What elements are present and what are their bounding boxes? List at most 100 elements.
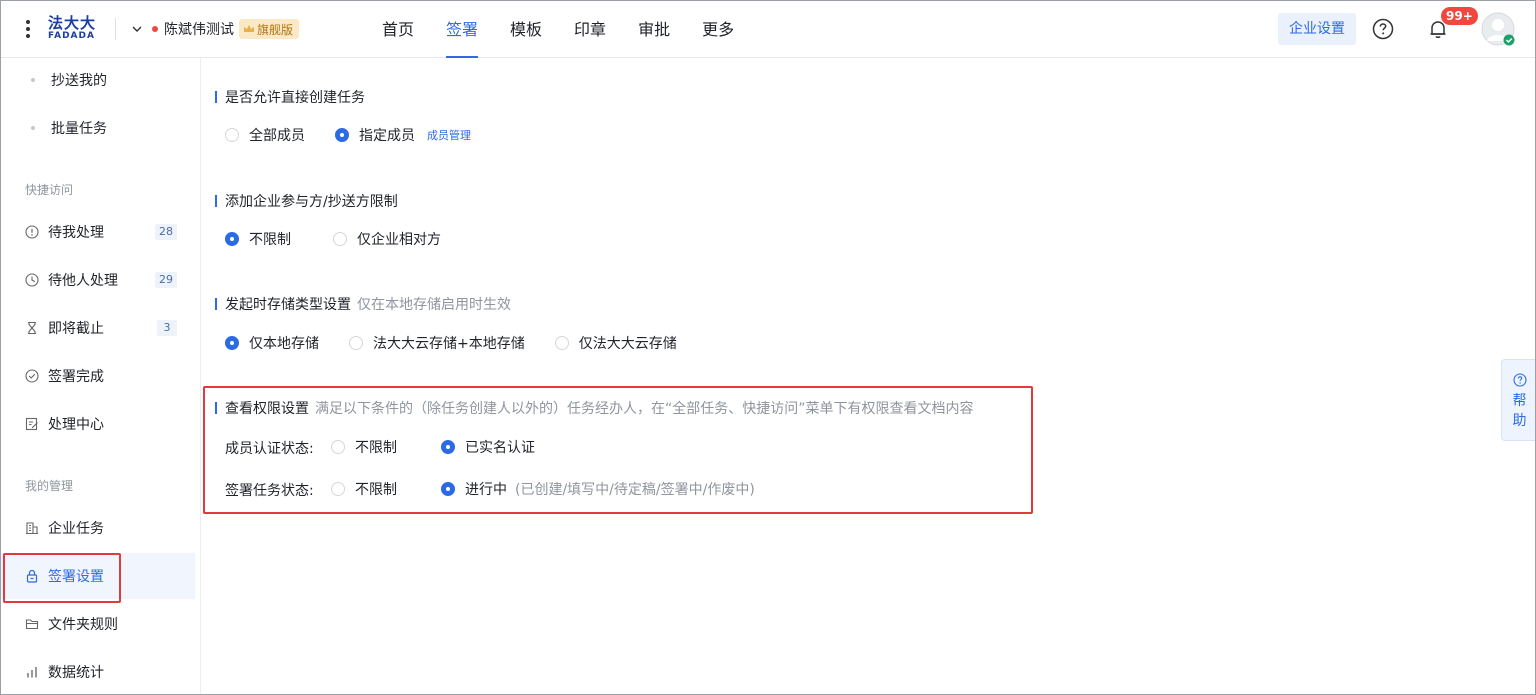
- sidebar-item-signed[interactable]: 签署完成: [1, 353, 195, 399]
- radio-circle: [441, 482, 455, 496]
- sidebar-item-label: 即将截止: [48, 321, 104, 337]
- radio-cloud-and-local[interactable]: 法大大云存储+本地存储: [349, 333, 525, 353]
- nav-template[interactable]: 模板: [494, 1, 558, 58]
- radio-local-only[interactable]: 仅本地存储: [225, 333, 319, 353]
- help-label-2: 助: [1512, 413, 1527, 429]
- radio-label: 仅本地存储: [249, 336, 319, 352]
- member-management-link[interactable]: 成员管理: [427, 127, 471, 143]
- user-avatar[interactable]: [1481, 12, 1515, 46]
- radio-member-verified[interactable]: 已实名认证: [441, 437, 535, 457]
- radio-all-members[interactable]: 全部成员: [225, 125, 305, 145]
- edit-doc-icon: [25, 417, 38, 431]
- sidebar-item-label: 待他人处理: [48, 273, 118, 289]
- org-switcher[interactable]: 陈斌伟测试 旗舰版: [131, 18, 300, 40]
- in-progress-note: (已创建/填写中/待定稿/签署中/作废中): [515, 482, 755, 498]
- sidebar-item-label: 处理中心: [48, 417, 104, 433]
- radio-circle: [441, 440, 455, 454]
- create-task-radio-group: 全部成员 指定成员 成员管理: [225, 125, 471, 145]
- settings-content: 是否允许直接创建任务 全部成员 指定成员 成员管理 添加企业参与方/抄送方限制 …: [202, 58, 1535, 694]
- radio-circle: [225, 232, 239, 246]
- building-icon: [26, 522, 38, 535]
- task-status-label: 签署任务状态:: [225, 483, 314, 499]
- radio-circle: [331, 440, 345, 454]
- clock-icon: [25, 273, 39, 287]
- app-menu-icon[interactable]: [26, 20, 30, 38]
- sidebar-item-label: 企业任务: [48, 521, 104, 537]
- status-dot: [152, 26, 158, 32]
- radio-circle: [331, 482, 345, 496]
- sidebar-item-process-center[interactable]: 处理中心: [1, 401, 195, 447]
- section-marker: [215, 91, 217, 103]
- bar-chart-icon: [27, 667, 37, 678]
- radio-label: 已实名认证: [465, 440, 535, 456]
- sidebar-item-label: 待我处理: [48, 225, 104, 241]
- radio-label: 不限制: [249, 232, 291, 248]
- sidebar-item-due-soon[interactable]: 即将截止 3: [1, 305, 195, 351]
- sidebar-item-statistics[interactable]: 数据统计: [1, 649, 195, 694]
- section-title: 发起时存储类型设置: [225, 297, 351, 313]
- sidebar-item-enterprise-tasks[interactable]: 企业任务: [1, 505, 195, 551]
- radio-task-in-progress[interactable]: 进行中 (已创建/填写中/待定稿/签署中/作废中): [441, 479, 755, 499]
- section-create-task: 是否允许直接创建任务: [215, 88, 365, 106]
- nav-more[interactable]: 更多: [686, 1, 750, 58]
- section-marker: [215, 195, 217, 207]
- app-window: 法大大 FADADA 陈斌伟测试 旗舰版 首页 签署 模板 印章 审批 更多 企…: [0, 0, 1536, 695]
- sidebar-item-label: 批量任务: [51, 121, 107, 137]
- radio-circle: [335, 128, 349, 142]
- radio-circle: [349, 336, 363, 350]
- sidebar-item-folder-rules[interactable]: 文件夹规则: [1, 601, 195, 647]
- nav-seal[interactable]: 印章: [558, 1, 622, 58]
- quick-access-title: 快捷访问: [25, 183, 74, 197]
- sidebar-item-batch-tasks[interactable]: 批量任务: [31, 118, 107, 138]
- sidebar-item-label: 文件夹规则: [48, 617, 118, 633]
- radio-label: 不限制: [355, 440, 397, 456]
- radio-circle: [225, 336, 239, 350]
- section-view-permission: 查看权限设置 满足以下条件的（除任务创建人以外的）任务经办人，在“全部任务、快捷…: [215, 399, 974, 417]
- radio-specified-members[interactable]: 指定成员: [335, 125, 415, 145]
- radio-cloud-only[interactable]: 仅法大大云存储: [554, 333, 677, 353]
- sidebar-item-label: 数据统计: [48, 665, 104, 681]
- logo-cn: 法大大: [48, 14, 97, 32]
- radio-task-no-limit[interactable]: 不限制: [331, 479, 397, 499]
- my-management-title: 我的管理: [25, 479, 74, 493]
- org-name: 陈斌伟测试: [164, 22, 234, 38]
- sidebar-item-pending-others[interactable]: 待他人处理 29: [1, 257, 195, 303]
- sidebar: 抄送我的 批量任务 快捷访问 待我处理 28 待他人处理 29 即将截止 3 签…: [1, 58, 201, 694]
- nav-approval[interactable]: 审批: [622, 1, 686, 58]
- radio-label: 指定成员: [359, 128, 415, 144]
- sidebar-item-pending-me[interactable]: 待我处理 28: [1, 209, 195, 255]
- count-badge: 29: [155, 272, 177, 288]
- nav-sign[interactable]: 签署: [430, 1, 494, 58]
- task-status-radio-group: 不限制 进行中 (已创建/填写中/待定稿/签署中/作废中): [331, 479, 755, 499]
- section-title: 是否允许直接创建任务: [225, 90, 365, 106]
- radio-circle: [333, 232, 347, 246]
- radio-member-no-limit[interactable]: 不限制: [331, 437, 397, 457]
- section-title: 添加企业参与方/抄送方限制: [225, 194, 398, 210]
- fadada-logo[interactable]: 法大大 FADADA: [48, 15, 100, 45]
- section-storage: 发起时存储类型设置 仅在本地存储启用时生效: [215, 295, 511, 313]
- sidebar-item-cc-me[interactable]: 抄送我的: [31, 70, 107, 90]
- alert-circle-icon: [25, 225, 39, 239]
- help-float-button[interactable]: 帮 助: [1501, 359, 1535, 441]
- count-badge: 3: [157, 320, 177, 336]
- help-icon[interactable]: [1372, 18, 1394, 40]
- enterprise-settings-button[interactable]: 企业设置: [1278, 13, 1356, 45]
- question-icon: [1512, 373, 1527, 387]
- divider: [115, 18, 116, 40]
- folder-icon: [25, 619, 39, 630]
- bullet: [31, 78, 35, 82]
- section-marker: [215, 402, 217, 414]
- logo-en: FADADA: [48, 31, 95, 41]
- check-circle-icon: [25, 369, 39, 383]
- chevron-down-icon: [132, 26, 142, 32]
- section-hint: 仅在本地存储启用时生效: [357, 297, 511, 313]
- nav-home[interactable]: 首页: [366, 1, 430, 58]
- count-badge: 28: [155, 224, 177, 240]
- sidebar-item-sign-settings[interactable]: 签署设置: [1, 553, 195, 603]
- radio-counterparty-only[interactable]: 仅企业相对方: [333, 229, 441, 249]
- bullet: [31, 126, 35, 130]
- section-hint: 满足以下条件的（除任务创建人以外的）任务经办人，在“全部任务、快捷访问”菜单下有…: [315, 401, 974, 417]
- radio-no-limit[interactable]: 不限制: [225, 229, 291, 249]
- radio-label: 进行中: [465, 482, 507, 498]
- crown-icon: [244, 25, 254, 32]
